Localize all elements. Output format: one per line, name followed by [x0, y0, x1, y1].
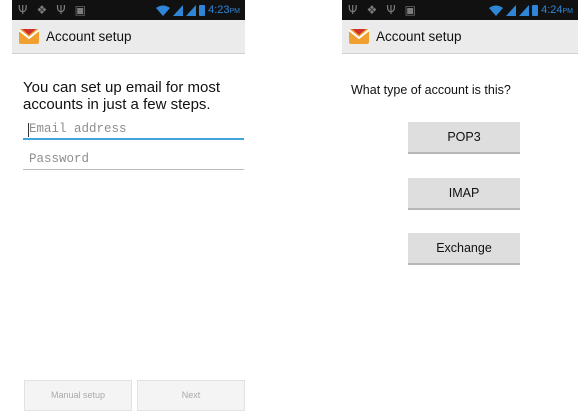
- status-bar: Ψ ❖ Ψ ▣ 4:24PM: [342, 0, 578, 20]
- right-screen: Ψ ❖ Ψ ▣ 4:24PM Account setup What type o…: [342, 0, 578, 410]
- page-title: Account setup: [376, 29, 462, 44]
- text-cursor: [28, 123, 29, 137]
- email-field[interactable]: Email address: [23, 121, 244, 140]
- email-envelope-icon: [18, 29, 40, 44]
- debug-icon: ❖: [366, 3, 378, 17]
- battery-icon: [199, 4, 206, 16]
- usb-icon: Ψ: [386, 3, 396, 17]
- image-icon: ▣: [404, 3, 417, 17]
- wifi-icon: [489, 5, 504, 16]
- status-time: 4:24PM: [541, 4, 573, 16]
- password-field[interactable]: Password: [23, 151, 244, 170]
- intro-text: You can set up email for most accounts i…: [23, 79, 221, 113]
- email-envelope-icon: [348, 29, 370, 44]
- signal-icon: [186, 4, 197, 16]
- usb-icon: Ψ: [18, 3, 28, 17]
- next-button[interactable]: Next: [137, 380, 245, 411]
- account-type-question: What type of account is this?: [351, 83, 511, 97]
- exchange-button[interactable]: Exchange: [408, 233, 520, 265]
- status-bar: Ψ ❖ Ψ ▣ 4:23PM: [12, 0, 245, 20]
- imap-button[interactable]: IMAP: [408, 178, 520, 210]
- signal-icon: [519, 4, 530, 16]
- wifi-icon: [156, 5, 171, 16]
- status-time: 4:23PM: [208, 4, 240, 16]
- page-title: Account setup: [46, 29, 132, 44]
- signal-icon: [506, 4, 517, 16]
- system-status: 4:24PM: [489, 0, 573, 20]
- image-icon: ▣: [74, 3, 87, 17]
- notification-icons: Ψ ❖ Ψ ▣: [18, 0, 86, 20]
- manual-setup-button[interactable]: Manual setup: [24, 380, 132, 411]
- action-bar: Account setup: [342, 20, 578, 54]
- left-screen: Ψ ❖ Ψ ▣ 4:23PM Account setup You can set…: [12, 0, 245, 411]
- battery-icon: [532, 4, 539, 16]
- email-placeholder: Email address: [29, 122, 127, 136]
- system-status: 4:23PM: [156, 0, 240, 20]
- debug-icon: ❖: [36, 3, 48, 17]
- usb-icon: Ψ: [56, 3, 66, 17]
- notification-icons: Ψ ❖ Ψ ▣: [348, 0, 416, 20]
- pop3-button[interactable]: POP3: [408, 122, 520, 154]
- signal-icon: [173, 4, 184, 16]
- password-placeholder: Password: [29, 152, 90, 166]
- action-bar: Account setup: [12, 20, 245, 54]
- usb-icon: Ψ: [348, 3, 358, 17]
